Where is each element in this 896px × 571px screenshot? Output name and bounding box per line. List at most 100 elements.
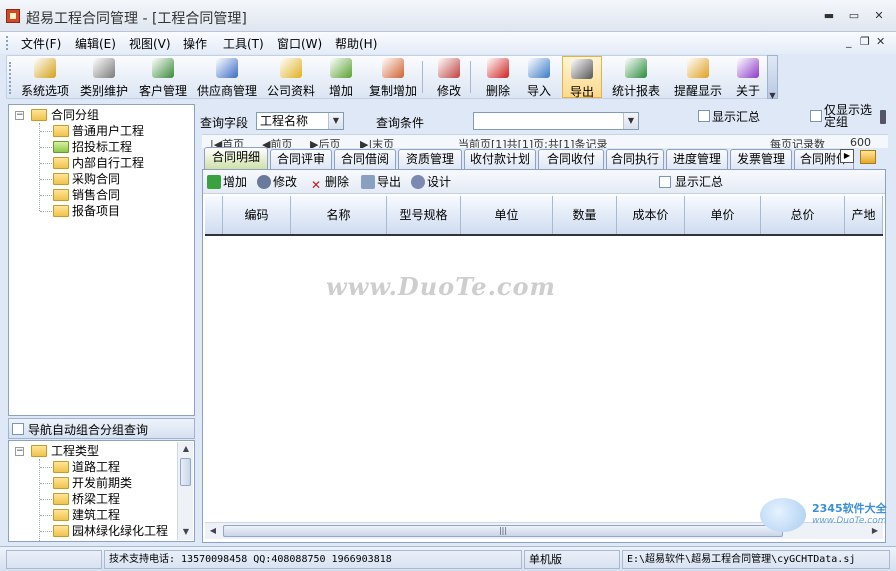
scroll-left-arrow-icon[interactable]: ◀	[205, 523, 221, 539]
detail-show-summary-checkbox[interactable]	[659, 176, 671, 188]
grid-column-header[interactable]: 成本价	[617, 196, 685, 234]
query-field-value: 工程名称	[260, 114, 309, 128]
tree-connector	[40, 179, 52, 180]
mdi-close-button[interactable]: ✕	[876, 35, 885, 48]
mdi-restore-button[interactable]: ❐	[860, 35, 870, 48]
row-selector-header[interactable]	[205, 196, 223, 234]
tab-7[interactable]: 进度管理	[666, 149, 728, 169]
detail-design-button[interactable]: 设计	[411, 174, 451, 190]
detail-edit-button[interactable]: 修改	[257, 174, 297, 190]
tab-4[interactable]: 收付款计划	[464, 149, 536, 169]
detail-export-button[interactable]: 导出	[361, 174, 401, 190]
chevron-down-icon[interactable]: ▼	[623, 113, 638, 129]
tab-1[interactable]: 合同评审	[270, 149, 332, 169]
folder-icon	[53, 461, 69, 473]
close-button[interactable]: ✕	[870, 8, 888, 24]
tree-item[interactable]: 内部自行工程	[72, 155, 144, 171]
chevron-down-icon[interactable]: ▼	[328, 113, 343, 129]
toolbar-button-4[interactable]: 公司资料	[264, 56, 318, 98]
tree-root-contract-group[interactable]: 合同分组	[51, 107, 99, 123]
toolbar-button-13[interactable]: 关于	[732, 56, 764, 98]
tree-item[interactable]: 销售合同	[72, 187, 120, 203]
tab-0[interactable]: 合同明细	[204, 147, 268, 169]
scroll-up-arrow-icon[interactable]: ▲	[178, 442, 194, 456]
menu-operation[interactable]: 操作	[183, 35, 207, 52]
tree-vertical-scrollbar[interactable]: ▲ ▼	[177, 442, 193, 540]
toolbar-grip[interactable]	[9, 62, 12, 94]
alert-doc-icon	[687, 58, 709, 78]
menu-file[interactable]: 文件(F)	[21, 35, 61, 52]
tree-item[interactable]: 桥梁工程	[72, 491, 120, 507]
toolbar-button-7[interactable]: 修改	[430, 56, 468, 98]
toolbar-button-0[interactable]: 系统选项	[16, 56, 74, 98]
grid-column-header[interactable]: 名称	[291, 196, 387, 234]
tab-6[interactable]: 合同执行	[606, 149, 664, 169]
toolbar-button-9[interactable]: 导入	[520, 56, 558, 98]
window-title-bar: 超易工程合同管理 - [工程合同管理] ▬ ▭ ✕	[0, 0, 896, 32]
grid-column-header[interactable]: 单价	[685, 196, 761, 234]
tree-collapse-toggle[interactable]: −	[15, 111, 24, 120]
folder-icon	[53, 493, 69, 505]
grid-column-header[interactable]: 编码	[223, 196, 291, 234]
toolbar-button-8[interactable]: 删除	[478, 56, 518, 98]
toolbar-button-1[interactable]: 类别维护	[78, 56, 130, 98]
tree-item[interactable]: 采购合同	[72, 171, 120, 187]
contract-group-tree[interactable]: − 合同分组 普通用户工程 招投标工程 内部自行工程 采购合同 销售合同 报备项目	[8, 104, 195, 416]
toolbar-button-label: 类别维护	[79, 84, 128, 98]
tab-8[interactable]: 发票管理	[730, 149, 792, 169]
tree-connector	[40, 515, 52, 516]
toolbar-button-12[interactable]: 提醒显示	[670, 56, 726, 98]
tree-item[interactable]: 园林绿化绿化工程	[72, 523, 168, 539]
tree-root-project-type[interactable]: 工程类型	[51, 443, 99, 459]
menu-view[interactable]: 视图(V)	[129, 35, 171, 52]
menu-grip[interactable]	[6, 36, 9, 50]
tree-item[interactable]: 建筑工程	[72, 507, 120, 523]
detail-delete-button[interactable]: ✕ 删除	[309, 174, 349, 192]
toolbar-button-6[interactable]: 复制增加	[362, 56, 424, 98]
book-icon[interactable]	[860, 150, 876, 164]
tab-5[interactable]: 合同收付	[538, 149, 604, 169]
folder-icon	[31, 109, 47, 121]
grid-column-header[interactable]: 单位	[461, 196, 553, 234]
menu-help[interactable]: 帮助(H)	[335, 35, 377, 52]
project-type-tree[interactable]: − 工程类型 道路工程 开发前期类 桥梁工程 建筑工程 园林绿化绿化工程	[8, 440, 195, 542]
scroll-thumb[interactable]: |||	[223, 525, 783, 537]
tree-item[interactable]: 招投标工程	[72, 139, 132, 155]
grid-column-header[interactable]: 总价	[761, 196, 845, 234]
toolbar-overflow-button[interactable]: ▼	[767, 55, 778, 100]
query-show-summary-checkbox[interactable]	[698, 110, 710, 122]
toolbar-separator	[422, 61, 423, 93]
menu-window[interactable]: 窗口(W)	[277, 35, 322, 52]
tab-scroll-right-button[interactable]: ▶	[840, 149, 854, 163]
tree-item[interactable]: 报备项目	[72, 203, 120, 219]
menu-tools[interactable]: 工具(T)	[223, 35, 264, 52]
detail-add-button[interactable]: 增加	[207, 174, 247, 190]
grid-column-header[interactable]: 型号规格	[387, 196, 461, 234]
toolbar-button-3[interactable]: 供应商管理	[194, 56, 260, 98]
tree-collapse-toggle[interactable]: −	[15, 447, 24, 456]
toolbar-button-10[interactable]: 导出	[562, 56, 602, 99]
mdi-minimize-button[interactable]: _	[846, 35, 852, 48]
menu-edit[interactable]: 编辑(E)	[75, 35, 116, 52]
tree-item[interactable]: 普通用户工程	[72, 123, 144, 139]
only-show-selected-checkbox[interactable]	[810, 110, 822, 122]
tree-item[interactable]: 道路工程	[72, 459, 120, 475]
maximize-button[interactable]: ▭	[845, 8, 863, 24]
minimize-button[interactable]: ▬	[820, 8, 838, 24]
tab-2[interactable]: 合同借阅	[334, 149, 396, 169]
tab-3[interactable]: 资质管理	[398, 149, 462, 169]
tree-connector	[40, 195, 52, 196]
scroll-down-arrow-icon[interactable]: ▼	[178, 525, 194, 539]
nav-auto-group-checkbox[interactable]	[12, 423, 24, 435]
grid-column-header[interactable]: 数量	[553, 196, 617, 234]
window-title: 超易工程合同管理 - [工程合同管理]	[26, 11, 247, 27]
toolbar-button-5[interactable]: 增加	[324, 56, 358, 98]
tree-item[interactable]: 开发前期类	[72, 475, 132, 491]
paperclip-icon	[411, 175, 425, 189]
toolbar-button-11[interactable]: 统计报表	[604, 56, 668, 98]
toolbar-button-2[interactable]: 客户管理	[134, 56, 192, 98]
scroll-thumb[interactable]	[180, 458, 191, 486]
grid-column-header[interactable]: 产地	[845, 196, 883, 234]
query-field-select[interactable]: 工程名称 ▼	[256, 112, 344, 130]
query-condition-select[interactable]: ▼	[473, 112, 639, 130]
